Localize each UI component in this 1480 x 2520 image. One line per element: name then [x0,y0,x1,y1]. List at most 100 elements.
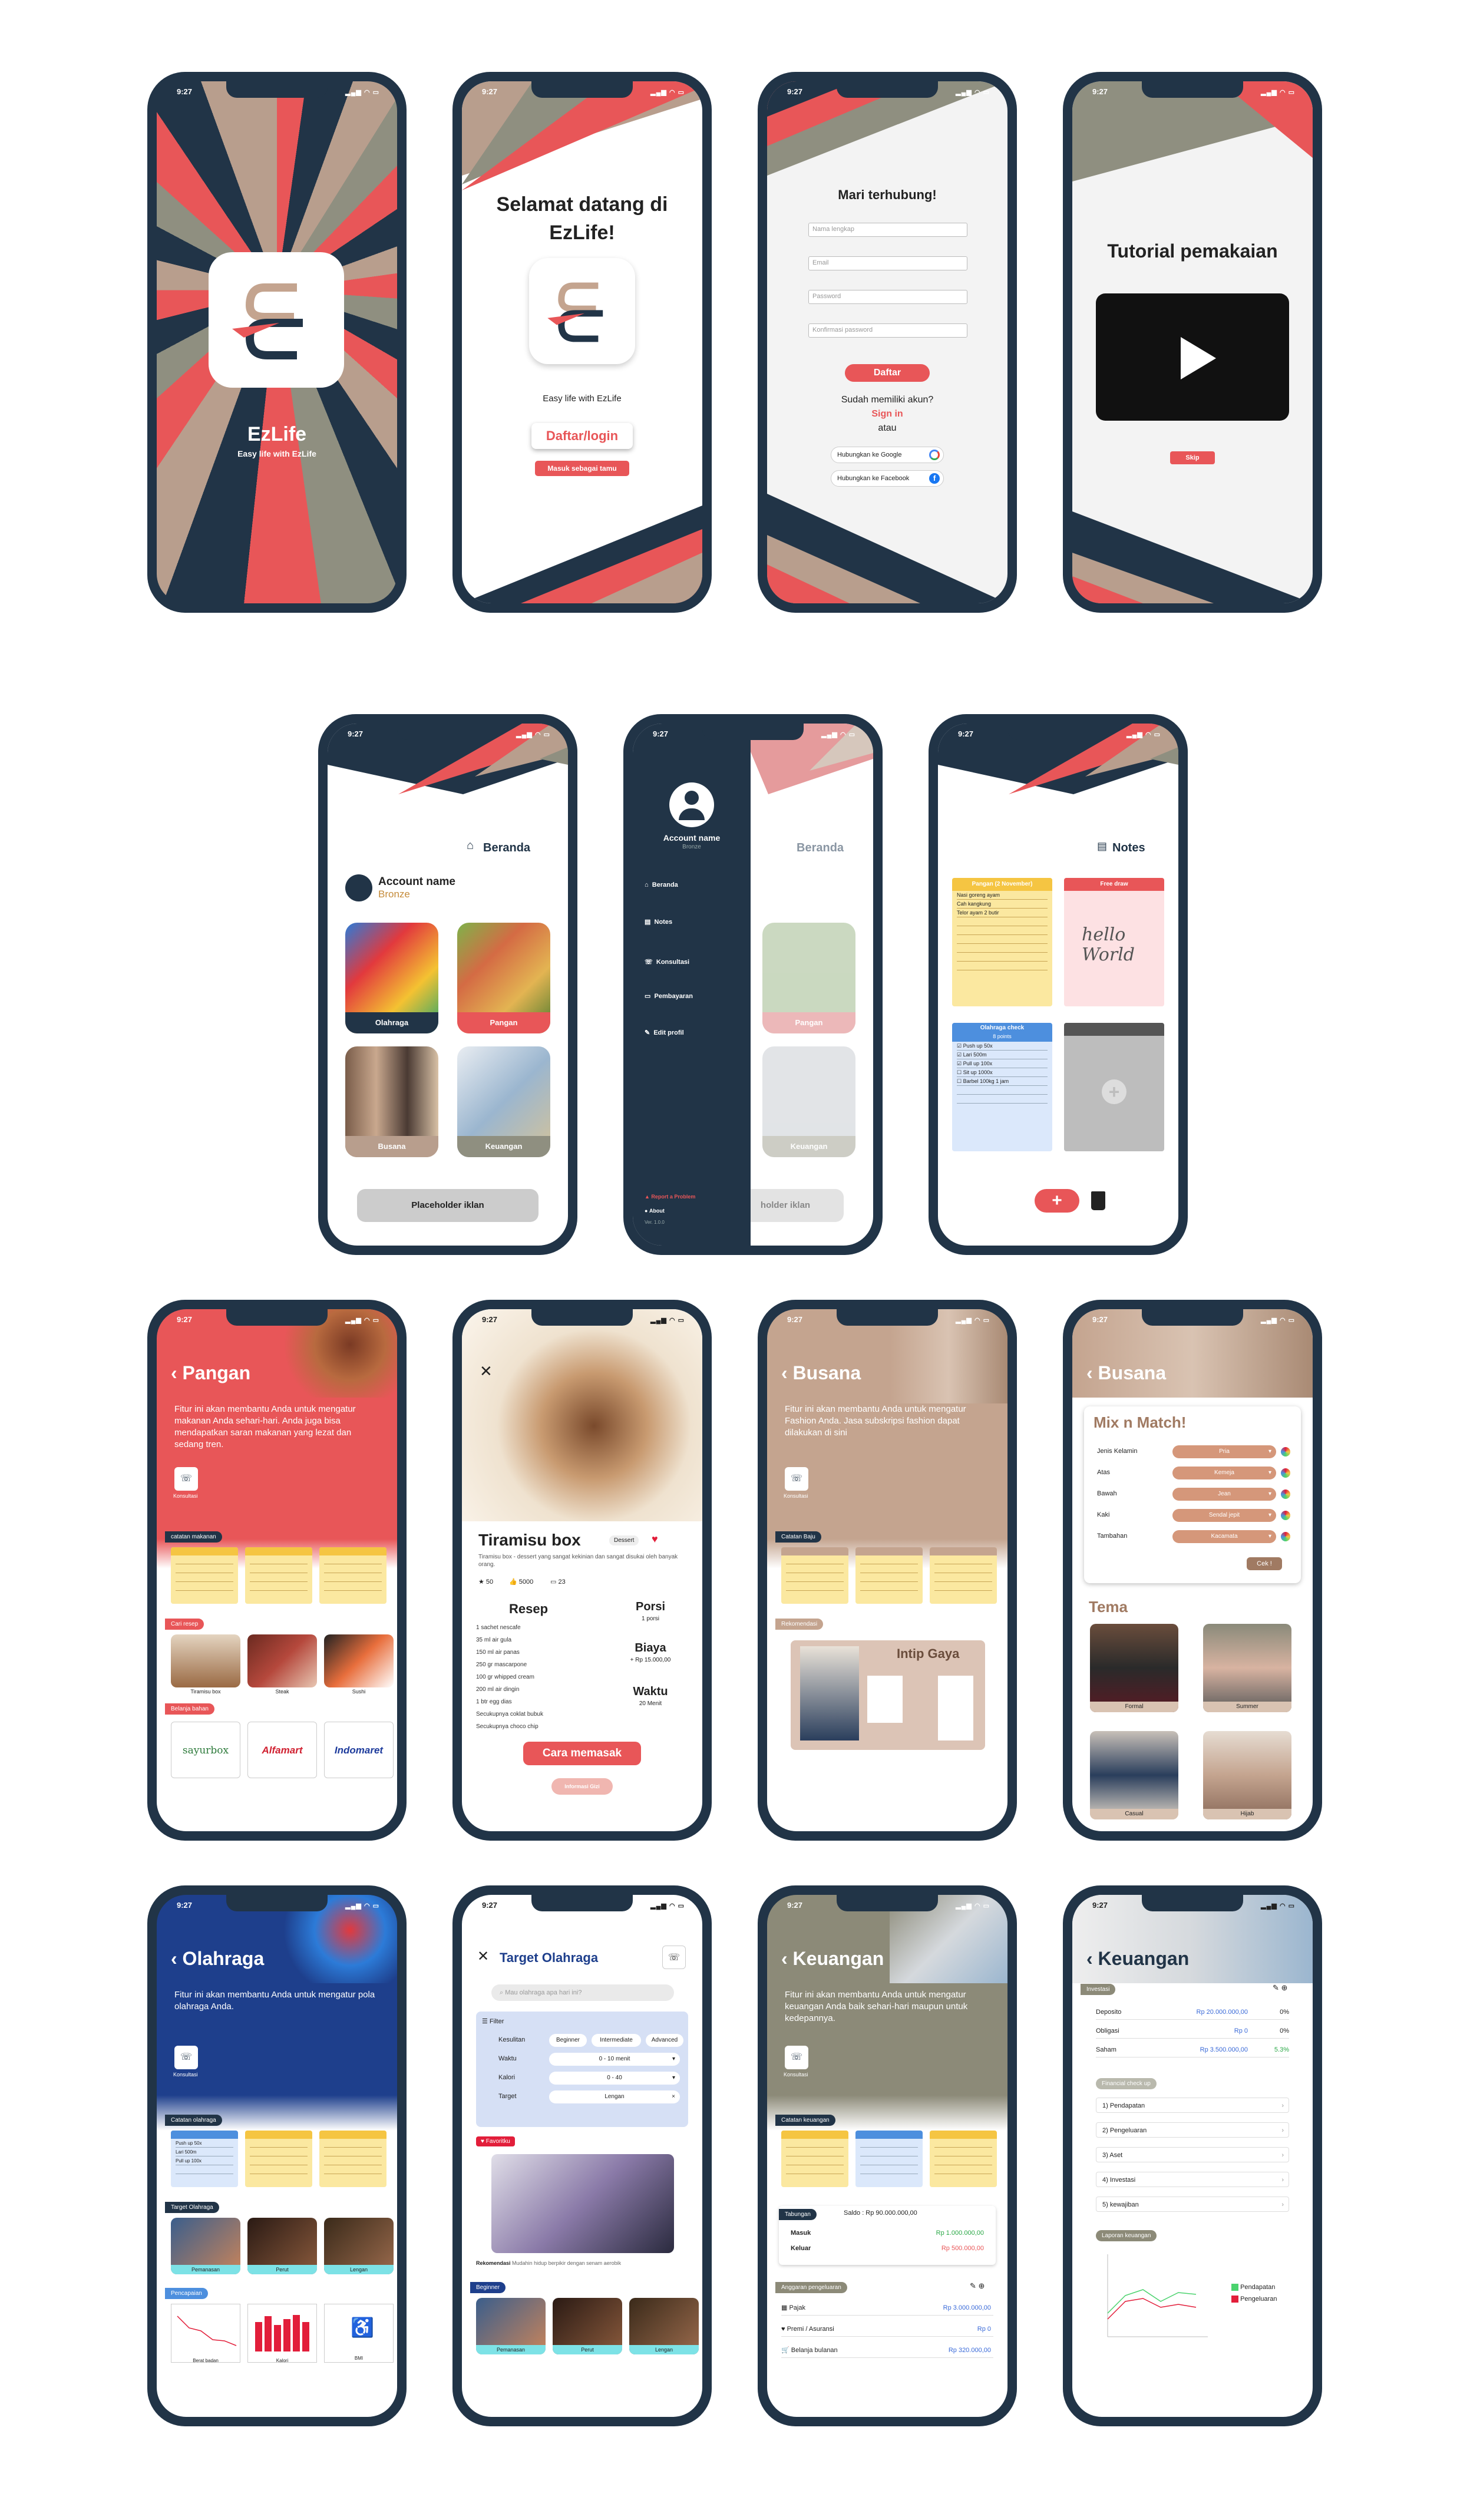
check-button[interactable]: Cek ! [1247,1557,1282,1570]
recipe-section-label[interactable]: Cari resep [165,1618,204,1630]
tile-keuangan[interactable]: Keuangan [457,1046,550,1157]
tile-busana[interactable]: Busana [345,1046,438,1157]
register-button[interactable]: Daftar [845,364,930,382]
exercise-thumb[interactable]: Lengan [629,2298,699,2354]
about-link[interactable]: ● About [645,1208,665,1214]
checkup-row[interactable]: 1) Pendapatan › [1096,2098,1289,2113]
chart-calories[interactable]: Kalori [247,2304,317,2363]
signin-link[interactable]: Sign in [767,409,1007,420]
edit-icon[interactable]: ✎ ⊕ [1273,1983,1287,1993]
mix-row-select[interactable]: Kemeja ▾ [1172,1467,1276,1479]
password-field[interactable]: Password [808,290,967,304]
notes-section-label[interactable]: Catatan Baju [775,1531,821,1543]
guest-button[interactable]: Masuk sebagai tamu [535,461,629,476]
close-icon[interactable]: ✕ [477,1948,489,1965]
target-select[interactable]: Lengan × [549,2090,680,2103]
name-field[interactable]: Nama lengkap [808,223,967,237]
note-card[interactable] [245,1547,312,1604]
calorie-select[interactable]: 0 - 40 ▾ [549,2072,680,2085]
avatar[interactable] [669,782,714,827]
check-item[interactable]: ☐ Barbel 100kg 1 jam [957,1077,1048,1086]
drawer-item-edit-profil[interactable]: ✎ Edit profil [645,1029,684,1036]
color-picker-icon[interactable] [1281,1532,1290,1541]
login-button[interactable]: Daftar/login [531,423,633,449]
exercise-thumb[interactable]: Perut [553,2298,622,2354]
add-note-card[interactable]: + [1064,1023,1164,1151]
chart-bmi[interactable]: ♿ BMI [324,2304,394,2363]
rec-section-label[interactable]: Rekomendasi [775,1618,824,1630]
beginner-section[interactable]: Beginner [470,2281,506,2293]
mix-row-select[interactable]: Pria ▾ [1172,1445,1276,1458]
notes-section-label[interactable]: catatan makanan [165,1531,222,1543]
notes-section-label[interactable]: Catatan keuangan [775,2114,835,2126]
savings-tab[interactable]: Tabungan [779,2208,817,2220]
drawer-item-konsultasi[interactable]: ☏ Konsultasi [645,958,689,966]
color-picker-icon[interactable] [1281,1468,1290,1478]
tile-pangan[interactable]: Pangan [457,923,550,1033]
color-picker-icon[interactable] [1281,1511,1290,1520]
note-card[interactable] [930,1547,997,1604]
invest-row[interactable]: Obligasi Rp 0 0% [1096,2023,1289,2039]
target-perut[interactable]: Perut [247,2218,317,2274]
checkup-row[interactable]: 3) Aset › [1096,2147,1289,2162]
mix-row-select[interactable]: Jean ▾ [1172,1488,1276,1501]
check-item[interactable]: ☑ Pull up 100x [957,1059,1048,1068]
theme-casual[interactable]: Casual [1090,1731,1178,1819]
note-card[interactable] [930,2131,997,2187]
back-icon[interactable]: ‹ [171,1362,183,1383]
note-card[interactable] [245,2131,312,2187]
food-steak[interactable] [247,1634,317,1687]
consult-button[interactable]: ☏ [785,1467,808,1491]
consult-button[interactable]: ☏ [174,2046,198,2069]
email-field[interactable]: Email [808,256,967,270]
back-icon[interactable]: ‹ [781,1948,793,1969]
consult-icon[interactable]: ☏ [662,1946,686,1969]
level-advanced[interactable]: Advanced [646,2034,683,2047]
checkup-section[interactable]: Financial check up [1096,2078,1157,2089]
nutrition-button[interactable]: Informasi Gizi [551,1778,613,1795]
invest-row[interactable]: Deposito Rp 20.000.000,00 0% [1096,2004,1289,2020]
close-icon[interactable]: ✕ [480,1362,493,1380]
back-icon[interactable]: ‹ [781,1362,793,1383]
add-button[interactable]: + [1035,1189,1079,1213]
mix-row-select[interactable]: Sendal jepit ▾ [1172,1509,1276,1522]
note-free-draw[interactable]: Free draw hello World [1064,878,1164,1006]
note-pangan[interactable]: Pangan (2 November) Nasi goreng ayam Cah k… [952,878,1052,1006]
video-player[interactable] [1096,293,1289,421]
time-select[interactable]: 0 - 10 menit ▾ [549,2053,680,2066]
shop-indomaret[interactable]: Indomaret [324,1722,394,1778]
note-card[interactable]: Push up 50x Lari 500m Pull up 100x [171,2131,238,2187]
budget-section[interactable]: Anggaran pengeluaran [775,2281,847,2293]
budget-row[interactable]: ♥ Premi / Asuransi Rp 0 [781,2321,993,2337]
color-picker-icon[interactable] [1281,1489,1290,1499]
report-section[interactable]: Laporan keuangan [1096,2230,1157,2241]
checkup-row[interactable]: 5) kewajiban › [1096,2197,1289,2212]
notes-section-label[interactable]: Catatan olahraga [165,2114,222,2126]
exercise-thumb[interactable]: Pemanasan [476,2298,546,2354]
confirm-password-field[interactable]: Konfirmasi password [808,323,967,338]
theme-hijab[interactable]: Hijab [1203,1731,1291,1819]
mix-row-select[interactable]: Kacamata ▾ [1172,1530,1276,1543]
consult-button[interactable]: ☏ [174,1467,198,1491]
budget-row[interactable]: 🛒 Belanja bulanan Rp 320.000,00 [781,2343,993,2358]
shop-section-label[interactable]: Belanja bahan [165,1703,214,1715]
drawer-item-pembayaran[interactable]: ▭ Pembayaran [645,992,693,1000]
favorite-label[interactable]: ♥ Favoritku [476,2136,515,2146]
facebook-button[interactable]: Hubungkan ke Facebook f [831,470,944,487]
menu-icon[interactable]: ≡ [369,787,376,802]
theme-formal[interactable]: Formal [1090,1624,1178,1712]
note-card[interactable] [855,2131,923,2187]
favorite-image[interactable] [491,2154,674,2253]
plus-icon[interactable]: + [1102,1079,1126,1104]
note-card[interactable] [781,2131,848,2187]
target-pemanasan[interactable]: Pemanasan [171,2218,240,2274]
food-sushi[interactable] [324,1634,394,1687]
check-item[interactable]: ☑ Lari 500m [957,1051,1048,1059]
level-intermediate[interactable]: Intermediate [592,2034,641,2047]
note-card[interactable] [319,2131,386,2187]
search-input[interactable]: ⌕ Mau olahraga apa hari ini? [491,1984,674,2001]
back-icon[interactable]: ‹ [171,1948,183,1969]
back-icon[interactable]: ‹ [1086,1948,1098,1969]
play-icon[interactable] [1181,337,1216,379]
avatar[interactable] [345,874,372,901]
